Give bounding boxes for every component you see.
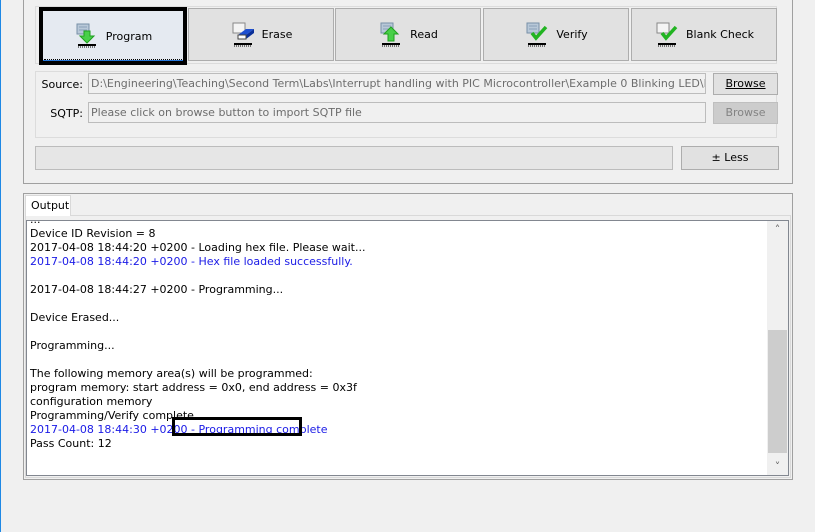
scroll-up-arrow-icon[interactable]: ˄ [767, 221, 788, 238]
log-line: Device ID Revision = 8 [30, 227, 156, 240]
read-button-label: Read [410, 28, 438, 41]
source-label: Source: [41, 78, 84, 91]
read-chip-up-arrow-icon [378, 22, 404, 48]
sqtp-path-field[interactable]: Please click on browse button to import … [88, 102, 706, 123]
verify-button-label: Verify [556, 28, 588, 41]
log-line: 2017-04-08 18:44:20 +0200 - Loading hex … [30, 241, 366, 254]
scroll-down-arrow-icon[interactable]: ˅ [767, 458, 788, 475]
blank-check-button[interactable]: Blank Check [631, 8, 777, 61]
blank-check-chip-check-icon [654, 22, 680, 48]
verify-button[interactable]: Verify [483, 8, 629, 61]
log-line: Programming... [30, 339, 115, 352]
log-line: The following memory area(s) will be pro… [30, 367, 313, 380]
log-line: 2017-04-08 18:44:27 +0200 - Programming.… [30, 283, 284, 296]
blank-check-button-label: Blank Check [685, 28, 755, 41]
log-lines: ...Device ID Revision = 82017-04-08 18:4… [30, 221, 366, 451]
progress-bar [35, 146, 673, 170]
tab-output[interactable]: Output [25, 195, 71, 216]
log-line: Programming/Verify complete [30, 409, 194, 422]
verify-chip-check-icon [524, 22, 550, 48]
read-button[interactable]: Read [335, 8, 481, 61]
output-scrollbar[interactable]: ˄ ˅ [767, 221, 788, 475]
scroll-thumb[interactable] [768, 330, 787, 453]
log-line: 2017-04-08 18:44:20 +0200 - Hex file loa… [30, 255, 353, 268]
log-line: Device Erased... [30, 311, 120, 324]
log-line: ... [30, 221, 365, 227]
program-chip-down-arrow-icon [74, 23, 100, 49]
output-log[interactable]: ...Device ID Revision = 82017-04-08 18:4… [26, 220, 789, 476]
log-line: Pass Count: 12 [30, 437, 112, 450]
sqtp-label: SQTP: [50, 107, 83, 120]
erase-chip-eraser-icon [230, 22, 256, 48]
log-line: 2017-04-08 18:44:30 +0200 - Programming … [30, 423, 328, 436]
source-browse-label: Browse [725, 77, 766, 90]
sqtp-browse-button[interactable]: Browse [713, 102, 778, 124]
erase-button[interactable]: Erase [188, 8, 334, 61]
erase-button-label: Erase [261, 28, 293, 41]
log-line: program memory: start address = 0x0, end… [30, 381, 357, 394]
log-line: configuration memory [30, 395, 153, 408]
source-path-field[interactable]: D:\Engineering\Teaching\Second Term\Labs… [88, 73, 706, 94]
source-browse-button[interactable]: Browse [713, 73, 778, 95]
less-button[interactable]: ± Less [681, 146, 779, 170]
program-button-label: Program [105, 29, 153, 43]
program-button[interactable]: Program [39, 7, 187, 65]
window-left-border [0, 0, 1, 532]
